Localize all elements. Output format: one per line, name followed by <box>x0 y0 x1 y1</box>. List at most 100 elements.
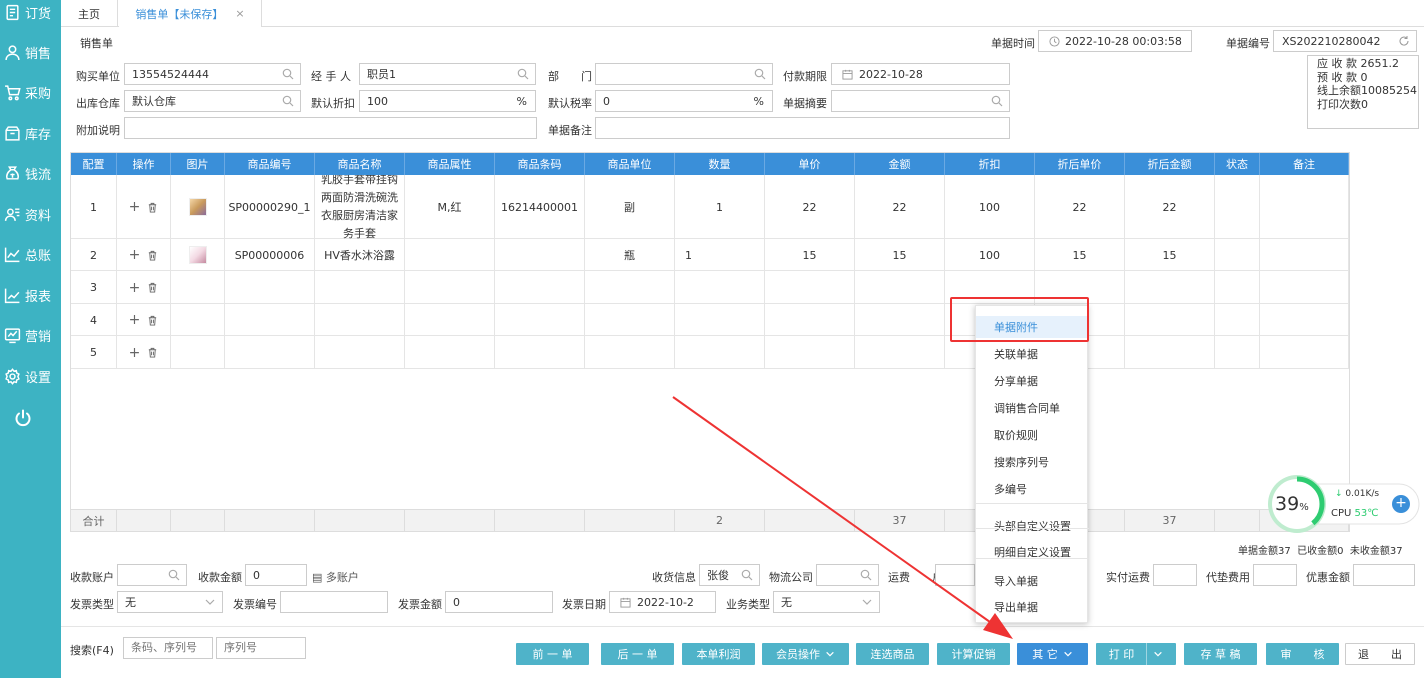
cell-col-image[interactable] <box>171 239 225 271</box>
sidebar-item-settings[interactable]: 设置 <box>0 361 61 391</box>
sidebar-item-report[interactable]: 报表 <box>0 280 61 310</box>
menu-item-detail-custom[interactable]: 明细自定义设置 <box>976 541 1089 563</box>
cell-col-amount[interactable]: 15 <box>855 239 945 271</box>
paydate-field[interactable]: 2022-10-28 <box>831 63 1010 85</box>
cell-col-name[interactable]: 乳胶手套带挂钩两面防滑洗碗洗衣服厨房清洁家务手套 <box>315 175 405 239</box>
advance-field[interactable] <box>1253 564 1297 586</box>
cell-col-code[interactable]: SP00000006 <box>225 239 315 271</box>
multi-account[interactable]: ▤ 多账户 <box>312 569 359 585</box>
table-row[interactable]: 2 + SP00000006 HV香水沐浴露瓶 1 15 15 100 15 15 <box>71 239 1349 271</box>
cell-col-code[interactable] <box>225 304 315 336</box>
extra-field[interactable] <box>124 117 537 139</box>
cell-col-note[interactable] <box>1260 304 1349 336</box>
sidebar-item-sales[interactable]: 销售 <box>0 37 61 67</box>
table-row[interactable]: 1 + SP00000290_1 乳胶手套带挂钩两面防滑洗碗洗衣服厨房清洁家务手套 M,… <box>71 175 1349 239</box>
table-row[interactable]: 3 + <box>71 271 1349 304</box>
member-button[interactable]: 会员操作 <box>762 643 849 665</box>
logistics-field[interactable] <box>816 564 879 586</box>
cell-col-amount[interactable]: 22 <box>855 175 945 239</box>
cell-col-image[interactable] <box>171 175 225 239</box>
cell-col-status[interactable] <box>1215 304 1260 336</box>
profit-button[interactable]: 本单利润 <box>682 643 755 665</box>
cell-col-barcode[interactable] <box>495 304 585 336</box>
trash-icon[interactable] <box>147 282 158 293</box>
plus-icon[interactable]: + <box>1392 495 1410 513</box>
next-order-button[interactable]: 后 一 单 <box>601 643 674 665</box>
cell-col-config[interactable]: 3 <box>71 271 117 304</box>
cell-col-discount[interactable]: 100 <box>945 239 1035 271</box>
handler-field[interactable]: 职员1 <box>359 63 536 85</box>
warehouse-field[interactable]: 默认仓库 <box>124 90 301 112</box>
cell-col-damount[interactable] <box>1125 304 1215 336</box>
buyer-field[interactable]: 13554524444 <box>124 63 301 85</box>
invdate-field[interactable]: 2022-10-2 <box>609 591 716 613</box>
close-icon[interactable]: × <box>235 7 244 20</box>
cell-col-unit[interactable]: 副 <box>585 175 675 239</box>
serial-search-input[interactable] <box>216 637 306 659</box>
cell-col-barcode[interactable] <box>495 271 585 304</box>
sidebar-item-purchase[interactable]: 采购 <box>0 77 61 107</box>
cell-col-attr[interactable] <box>405 336 495 369</box>
search-icon[interactable] <box>517 68 529 80</box>
cell-col-amount[interactable] <box>855 271 945 304</box>
search-icon[interactable] <box>754 68 766 80</box>
cell-col-damount[interactable]: 22 <box>1125 175 1215 239</box>
chevron-down-icon[interactable] <box>1153 649 1163 659</box>
cell-col-price[interactable]: 15 <box>765 239 855 271</box>
cell-col-actions[interactable]: + <box>117 336 171 369</box>
tab-sales-order[interactable]: 销售单【未保存】 × <box>119 0 262 27</box>
cell-col-actions[interactable]: + <box>117 271 171 304</box>
cell-col-discount[interactable]: 100 <box>945 175 1035 239</box>
search-icon[interactable] <box>860 569 872 581</box>
dept-field[interactable] <box>595 63 773 85</box>
ship-field[interactable]: 张俊 <box>699 564 760 586</box>
cell-col-dprice[interactable]: 22 <box>1035 175 1125 239</box>
cell-col-status[interactable] <box>1215 239 1260 271</box>
recv-field[interactable]: 0 <box>245 564 307 586</box>
add-row-icon[interactable]: + <box>129 199 141 215</box>
search-icon[interactable] <box>168 569 180 581</box>
cell-col-name[interactable] <box>315 271 405 304</box>
save-draft-button[interactable]: 存 草 稿 <box>1184 643 1257 665</box>
trash-icon[interactable] <box>147 347 158 358</box>
menu-item-price-rule[interactable]: 取价规则 <box>976 424 1089 446</box>
summary-field[interactable] <box>831 90 1010 112</box>
menu-item-share[interactable]: 分享单据 <box>976 370 1089 392</box>
cell-col-attr[interactable] <box>405 239 495 271</box>
other-button[interactable]: 其 它 <box>1017 643 1088 665</box>
invamt-field[interactable]: 0 <box>445 591 553 613</box>
cell-col-barcode[interactable] <box>495 239 585 271</box>
audit-button[interactable]: 审 核 <box>1266 643 1339 665</box>
cell-col-unit[interactable] <box>585 336 675 369</box>
search-icon[interactable] <box>741 569 753 581</box>
promo-button[interactable]: 计算促销 <box>937 643 1010 665</box>
doc-date-field[interactable]: 2022-10-28 00:03:58 <box>1038 30 1192 52</box>
cell-col-qty[interactable]: 1 <box>675 239 765 271</box>
exit-button[interactable]: 退 出 <box>1345 643 1415 665</box>
continuous-select-button[interactable]: 连选商品 <box>856 643 929 665</box>
trash-icon[interactable] <box>147 315 158 326</box>
search-icon[interactable] <box>282 68 294 80</box>
prev-order-button[interactable]: 前 一 单 <box>516 643 589 665</box>
biztype-select[interactable]: 无 <box>773 591 880 613</box>
sidebar-item-inventory[interactable]: 库存 <box>0 118 61 148</box>
menu-item-export[interactable]: 导出单据 <box>976 596 1089 618</box>
cell-col-actions[interactable]: + <box>117 239 171 271</box>
cell-col-note[interactable] <box>1260 239 1349 271</box>
cell-col-actions[interactable]: + <box>117 304 171 336</box>
cell-col-price[interactable] <box>765 271 855 304</box>
trash-icon[interactable] <box>147 250 158 261</box>
cell-col-note[interactable] <box>1260 336 1349 369</box>
cell-col-attr[interactable] <box>405 271 495 304</box>
refresh-icon[interactable] <box>1398 35 1410 47</box>
cell-col-qty[interactable] <box>675 304 765 336</box>
cell-col-status[interactable] <box>1215 175 1260 239</box>
cell-col-damount[interactable]: 15 <box>1125 239 1215 271</box>
cell-col-unit[interactable] <box>585 304 675 336</box>
add-row-icon[interactable]: + <box>129 312 141 328</box>
add-row-icon[interactable]: + <box>129 280 141 296</box>
product-image[interactable] <box>188 246 207 264</box>
cell-col-status[interactable] <box>1215 271 1260 304</box>
cell-col-status[interactable] <box>1215 336 1260 369</box>
cell-col-config[interactable]: 5 <box>71 336 117 369</box>
